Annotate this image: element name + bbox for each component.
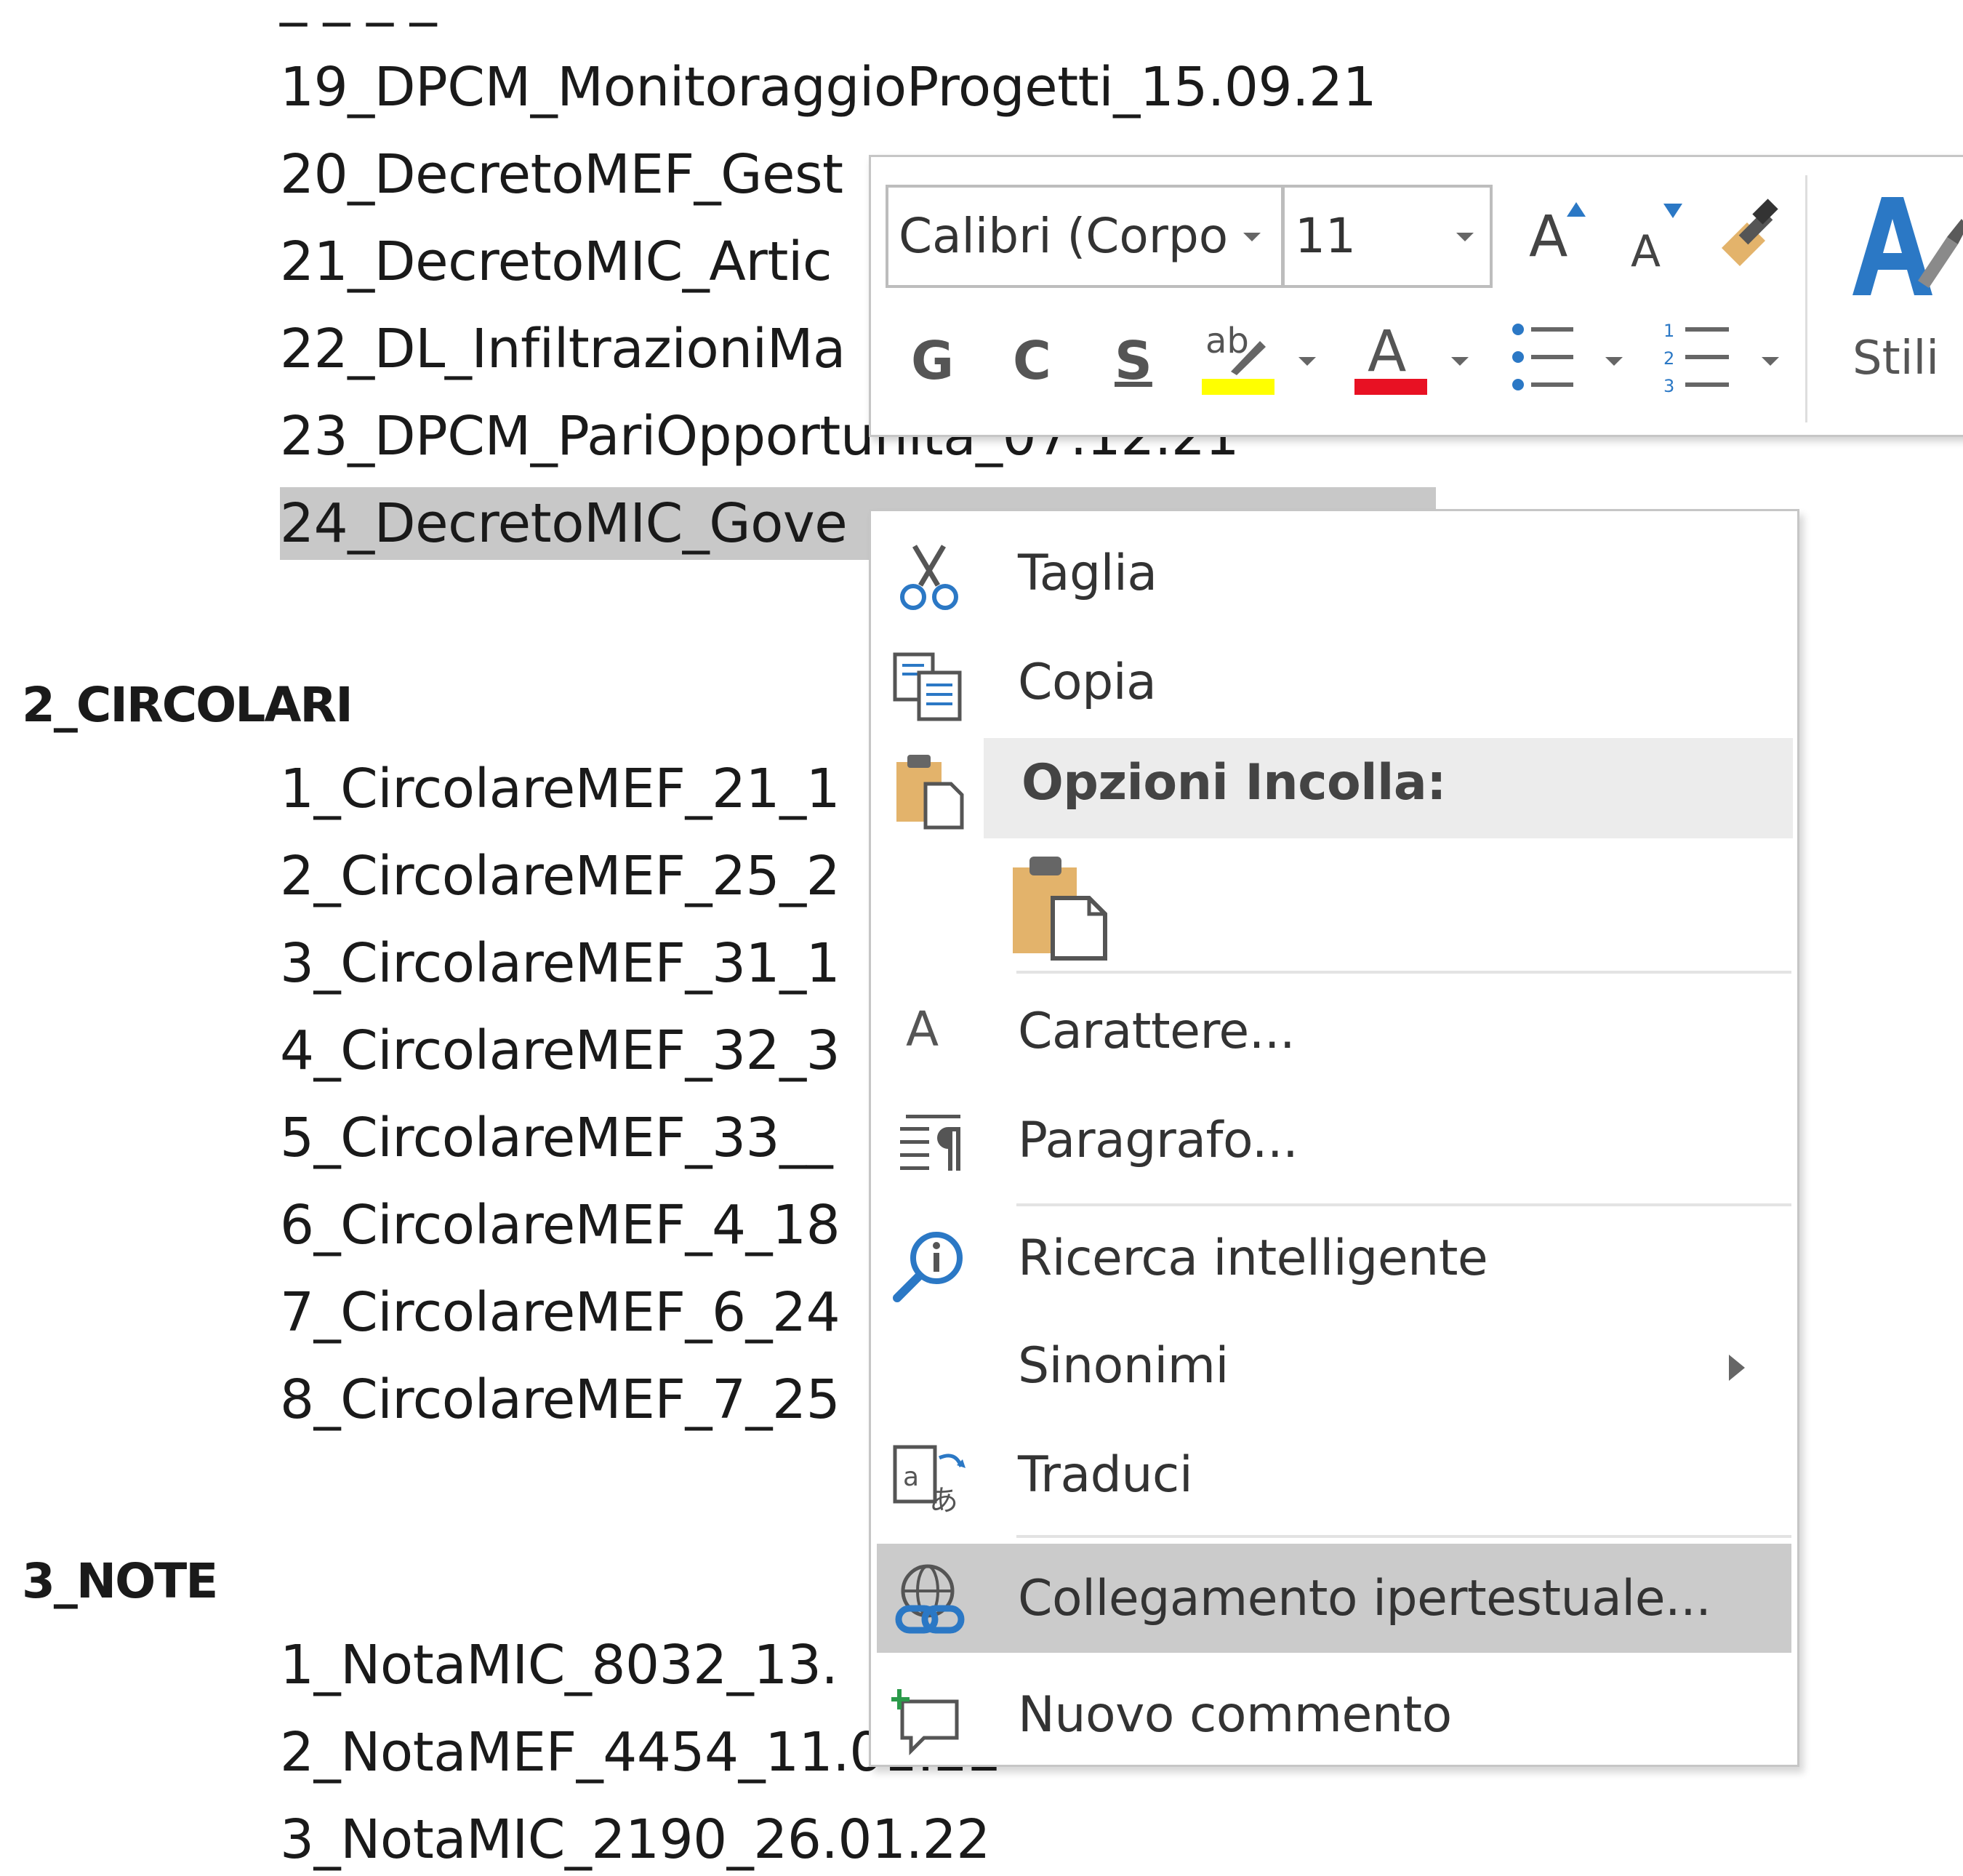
menu-item-label: Taglia <box>1018 545 1157 602</box>
font-color-bar <box>1354 379 1427 395</box>
shrink-font-button[interactable]: A <box>1631 223 1661 281</box>
menu-separator <box>1016 1203 1791 1206</box>
font-size-value: 11 <box>1295 208 1356 264</box>
bold-button[interactable]: G <box>911 332 954 390</box>
font-name-value: Calibri (Corpo <box>899 208 1229 264</box>
menu-item-copy[interactable]: Copia <box>871 635 1797 729</box>
paste-options-label: Opzioni Incolla: <box>1021 754 1446 811</box>
submenu-arrow-icon <box>1729 1355 1745 1381</box>
menu-item-new-comment[interactable]: Nuovo commento <box>871 1667 1797 1762</box>
scissors-icon <box>900 545 958 610</box>
font-color-label: A <box>1368 319 1407 385</box>
font-color-chevron-down-icon[interactable] <box>1451 357 1469 366</box>
svg-text:a: a <box>903 1462 919 1492</box>
menu-item-label: Paragrafo... <box>1018 1112 1298 1169</box>
font-size-chevron-down-icon[interactable] <box>1456 233 1474 241</box>
menu-item-label: Copia <box>1018 654 1157 711</box>
menu-item-label: Carattere... <box>1018 1003 1296 1060</box>
document-line[interactable]: 2_CircolareMEF_25_2 <box>280 840 840 913</box>
menu-item-translate[interactable]: a あ Traduci <box>871 1427 1797 1522</box>
document-line[interactable]: 6_CircolareMEF_4_18 <box>280 1189 840 1262</box>
format-painter-icon[interactable] <box>1707 197 1787 277</box>
document-line[interactable]: 7_CircolareMEF_6_24 <box>280 1276 840 1349</box>
menu-item-synonyms[interactable]: Sinonimi <box>871 1318 1797 1413</box>
mini-toolbar: Calibri (Corpo 11 A A G C S ab A 1 2 3 S… <box>869 155 1963 437</box>
font-name-chevron-down-icon[interactable] <box>1243 233 1261 241</box>
document-line[interactable]: 5_CircolareMEF_33__ <box>280 1102 833 1174</box>
svg-text:あ: あ <box>929 1484 958 1516</box>
highlight-color-bar <box>1202 379 1274 395</box>
grow-font-button[interactable]: A <box>1529 208 1567 266</box>
context-menu: Taglia Copia Opzioni Incolla: A Caratter… <box>869 509 1799 1767</box>
grow-font-label: A <box>1529 204 1568 270</box>
shrink-arrow-icon <box>1663 204 1682 218</box>
font-name-dropdown[interactable]: Calibri (Corpo <box>886 185 1284 288</box>
italic-label: C <box>1013 330 1051 391</box>
smart-lookup-icon <box>893 1232 963 1302</box>
numbered-list-icon[interactable]: 1 2 3 <box>1663 321 1733 393</box>
copy-icon <box>893 652 962 721</box>
document-line[interactable]: 3_CircolareMEF_31_1 <box>280 927 840 1000</box>
numbered-list-chevron-down-icon[interactable] <box>1762 357 1779 366</box>
document-line[interactable]: 8_CircolareMEF_7_25 <box>280 1363 840 1436</box>
toolbar-separator <box>1805 175 1807 422</box>
svg-text:3: 3 <box>1663 376 1674 393</box>
italic-button[interactable]: C <box>1013 332 1051 390</box>
shrink-font-label: A <box>1631 226 1661 277</box>
document-line[interactable]: 19_DPCM_MonitoraggioProgetti_15.09.21 <box>280 51 1377 124</box>
menu-item-paragraph[interactable]: Paragrafo... <box>871 1093 1797 1187</box>
menu-separator <box>1016 971 1791 974</box>
document-line[interactable]: 3_NotaMIC_2190_26.01.22 <box>280 1803 990 1876</box>
menu-item-cut[interactable]: Taglia <box>871 526 1797 620</box>
menu-item-label: Traduci <box>1018 1446 1193 1504</box>
document-line[interactable]: 1_NotaMIC_8032_13. <box>280 1629 838 1701</box>
document-line[interactable]: _ _ _ _ <box>280 0 437 32</box>
document-line[interactable]: 21_DecretoMIC_Artic <box>280 225 832 298</box>
paste-options-header: Opzioni Incolla: <box>984 738 1793 838</box>
section-heading-note[interactable]: 3_NOTE <box>22 1549 218 1614</box>
menu-item-label: Nuovo commento <box>1018 1686 1452 1744</box>
document-line[interactable]: 4_CircolareMEF_32_3 <box>280 1014 840 1087</box>
menu-item-label: Ricerca intelligente <box>1018 1230 1488 1287</box>
font-icon: A <box>906 1001 939 1057</box>
hyperlink-icon <box>895 1564 965 1634</box>
grow-arrow-icon <box>1567 202 1586 217</box>
font-color-button[interactable]: A <box>1354 319 1427 395</box>
bullet-list-chevron-down-icon[interactable] <box>1605 357 1623 366</box>
styles-icon[interactable] <box>1838 186 1963 310</box>
document-line[interactable]: 20_DecretoMEF_Gest <box>280 138 843 211</box>
translate-icon: a あ <box>893 1445 966 1516</box>
highlight-chevron-down-icon[interactable] <box>1298 357 1316 366</box>
paste-icon <box>896 755 964 830</box>
new-comment-icon <box>891 1689 959 1756</box>
section-heading-circolari[interactable]: 2_CIRCOLARI <box>22 673 353 738</box>
menu-item-smart-lookup[interactable]: Ricerca intelligente <box>871 1209 1797 1304</box>
highlight-button[interactable]: ab <box>1202 321 1274 395</box>
menu-item-font[interactable]: A Carattere... <box>871 984 1797 1078</box>
paragraph-icon <box>900 1115 960 1171</box>
bullet-list-icon[interactable] <box>1511 321 1576 393</box>
menu-item-hyperlink[interactable]: Collegamento ipertestuale... <box>877 1544 1791 1653</box>
document-line[interactable]: 22_DL_InfiltrazioniMa <box>280 313 846 385</box>
document-line[interactable]: 1_CircolareMEF_21_1 <box>280 753 840 825</box>
underline-button[interactable]: S <box>1115 332 1152 390</box>
paste-keep-text-only-icon[interactable] <box>1009 853 1111 962</box>
svg-text:1: 1 <box>1663 321 1674 341</box>
styles-button[interactable]: Stili <box>1852 332 1939 385</box>
menu-item-label: Sinonimi <box>1018 1337 1229 1395</box>
underline-label: S <box>1115 330 1152 391</box>
menu-separator <box>1016 1535 1791 1538</box>
menu-item-label: Collegamento ipertestuale... <box>1018 1570 1711 1627</box>
styles-label: Stili <box>1852 332 1940 385</box>
bold-label: G <box>911 330 955 391</box>
svg-text:2: 2 <box>1663 348 1674 369</box>
highlighter-pen-icon <box>1231 341 1266 375</box>
